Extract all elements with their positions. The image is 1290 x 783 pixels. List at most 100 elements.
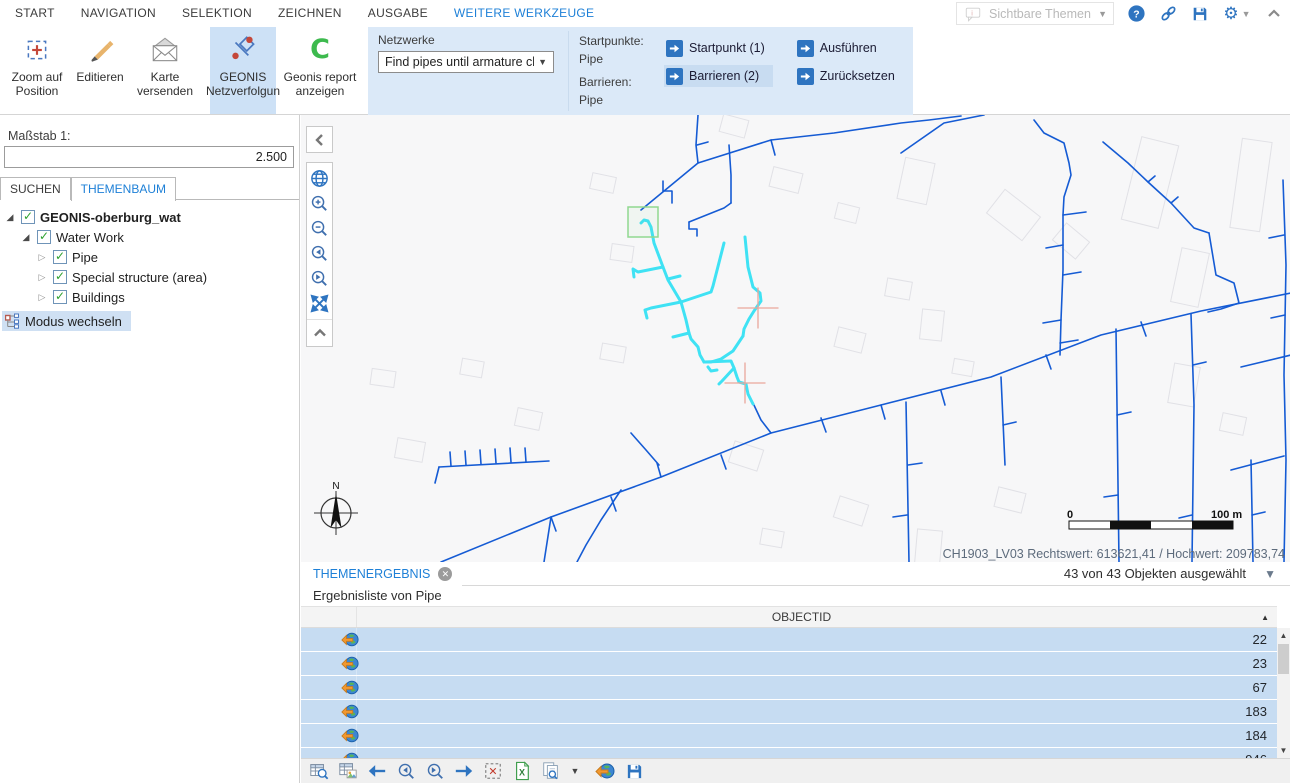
checkbox-checked[interactable]: [37, 230, 51, 244]
tree-item-root[interactable]: ◢ GEONIS-oberburg_wat: [0, 207, 299, 227]
map-network-svg[interactable]: N 0 100 m: [301, 115, 1290, 562]
tree-item-special-structure[interactable]: ▷ Special structure (area): [0, 267, 299, 287]
geonis-netzverfolgung-button[interactable]: GEONIS Netzverfolgun: [210, 27, 276, 114]
sort-ascending-icon[interactable]: ▲: [1261, 613, 1269, 622]
send-map-button[interactable]: Karte versenden: [130, 27, 200, 114]
geonis-report-button[interactable]: C Geonis report anzeigen: [276, 27, 364, 114]
tree-item-pipe[interactable]: ▷ Pipe: [0, 247, 299, 267]
previous-extent-icon[interactable]: [307, 241, 332, 266]
scrollbar-thumb[interactable]: [1278, 644, 1289, 674]
objectid-value: 67: [1253, 676, 1267, 699]
zoom-previous-icon[interactable]: [395, 760, 417, 782]
button-label: GEONIS: [220, 70, 267, 84]
close-icon[interactable]: ✕: [438, 567, 452, 581]
save-icon[interactable]: [1190, 4, 1210, 24]
zoom-to-feature-icon[interactable]: [341, 751, 359, 758]
scale-input[interactable]: [4, 146, 294, 168]
toolbar-divider: [307, 319, 332, 320]
expander-icon[interactable]: ▷: [36, 292, 48, 303]
building-outline: [370, 368, 396, 387]
link-icon[interactable]: [1158, 4, 1178, 24]
table-row[interactable]: 183: [301, 700, 1277, 723]
building-outline: [719, 115, 749, 138]
table-row[interactable]: 184: [301, 724, 1277, 747]
save-results-icon[interactable]: [623, 760, 645, 782]
tab-start[interactable]: START: [2, 0, 68, 27]
next-extent-icon[interactable]: [307, 266, 332, 291]
pipe-line: [1034, 120, 1071, 355]
dropdown-caret-icon[interactable]: ▼: [569, 760, 581, 782]
help-icon[interactable]: ?: [1126, 4, 1146, 24]
chevron-down-icon[interactable]: ▼: [1264, 567, 1276, 581]
ausfuehren-button[interactable]: Ausführen: [795, 37, 903, 59]
zoom-to-feature-icon[interactable]: [594, 760, 616, 782]
envelope-icon: [149, 33, 181, 67]
full-extent-icon[interactable]: [307, 291, 332, 316]
expander-icon[interactable]: ◢: [20, 232, 32, 243]
table-header[interactable]: OBJECTID ▲: [301, 606, 1277, 628]
visible-themes-dropdown[interactable]: i Sichtbare Themen ▼: [956, 2, 1114, 25]
zoom-to-feature-icon[interactable]: [341, 655, 359, 672]
collapse-ribbon-icon[interactable]: [1264, 4, 1284, 24]
zuruecksetzen-button[interactable]: Zurücksetzen: [795, 65, 903, 87]
tab-weitere-werkzeuge[interactable]: WEITERE WERKZEUGE: [441, 0, 607, 27]
zoom-to-feature-icon[interactable]: [341, 727, 359, 744]
checkbox-checked[interactable]: [53, 250, 67, 264]
zoom-out-icon[interactable]: [307, 216, 332, 241]
tree-item-water-work[interactable]: ◢ Water Work: [0, 227, 299, 247]
tab-selektion[interactable]: SELEKTION: [169, 0, 265, 27]
column-header-objectid[interactable]: OBJECTID: [356, 607, 1247, 627]
tab-navigation[interactable]: NAVIGATION: [68, 0, 169, 27]
pipe-line: [771, 140, 775, 155]
startpunkt-button[interactable]: Startpunkt (1): [664, 37, 773, 59]
scroll-down-icon[interactable]: ▼: [1277, 743, 1290, 758]
netzwerke-label: Netzwerke: [378, 33, 554, 47]
collapse-toolbar-icon[interactable]: [307, 323, 332, 343]
table-row[interactable]: 22: [301, 628, 1277, 651]
expander-icon[interactable]: ▷: [36, 272, 48, 283]
gear-icon[interactable]: ⚙▼: [1222, 4, 1252, 24]
tab-suchen[interactable]: SUCHEN: [0, 177, 71, 200]
result-rows: 22 23 67 183 184 946: [301, 628, 1277, 758]
tab-themenergebnis[interactable]: THEMENERGEBNIS ✕: [301, 562, 462, 586]
zoom-to-position-button[interactable]: Zoom auf Position: [4, 27, 70, 114]
checkbox-checked[interactable]: [53, 270, 67, 284]
checkbox-checked[interactable]: [21, 210, 35, 224]
table-row[interactable]: 946: [301, 748, 1277, 758]
zoom-in-icon[interactable]: [307, 191, 332, 216]
map-canvas[interactable]: N 0 100 m: [301, 115, 1290, 562]
zoom-to-feature-icon[interactable]: [341, 631, 359, 648]
modus-wechseln-button[interactable]: Modus wechseln: [2, 311, 131, 331]
barrieren-button[interactable]: Barrieren (2): [664, 65, 773, 87]
table-row[interactable]: 67: [301, 676, 1277, 699]
collapse-sidebar-button[interactable]: [306, 126, 333, 153]
tab-zeichnen[interactable]: ZEICHNEN: [265, 0, 355, 27]
zoom-to-feature-icon[interactable]: [341, 679, 359, 696]
excel-export-icon[interactable]: X: [511, 760, 533, 782]
globe-icon[interactable]: [307, 166, 332, 191]
arrow-left-icon[interactable]: [366, 760, 388, 782]
objectid-value: 946: [1245, 748, 1267, 758]
table-row[interactable]: 23: [301, 652, 1277, 675]
expander-icon[interactable]: ◢: [4, 212, 16, 223]
trace-line: [645, 302, 681, 318]
tree-item-buildings[interactable]: ▷ Buildings: [0, 287, 299, 307]
table-scrollbar[interactable]: ▲ ▼: [1277, 628, 1290, 758]
scroll-up-icon[interactable]: ▲: [1277, 628, 1290, 643]
tab-ausgabe[interactable]: AUSGABE: [355, 0, 441, 27]
tab-themenbaum[interactable]: THEMENBAUM: [71, 177, 176, 201]
arrow-right-icon[interactable]: [453, 760, 475, 782]
button-label: Position: [16, 84, 59, 98]
edit-button[interactable]: Editieren: [70, 27, 130, 114]
clear-selection-icon[interactable]: ✕: [482, 760, 504, 782]
chevron-left-icon: [312, 132, 328, 148]
checkbox-checked[interactable]: [53, 290, 67, 304]
expander-icon[interactable]: ▷: [36, 252, 48, 263]
copy-view-icon[interactable]: [540, 760, 562, 782]
network-profile-dropdown[interactable]: Find pipes until armature cl... ▼: [378, 51, 554, 73]
table-search-icon[interactable]: [308, 760, 330, 782]
zoom-next-icon[interactable]: [424, 760, 446, 782]
button-label: Karte: [151, 70, 180, 84]
zoom-to-feature-icon[interactable]: [341, 703, 359, 720]
table-map-icon[interactable]: [337, 760, 359, 782]
